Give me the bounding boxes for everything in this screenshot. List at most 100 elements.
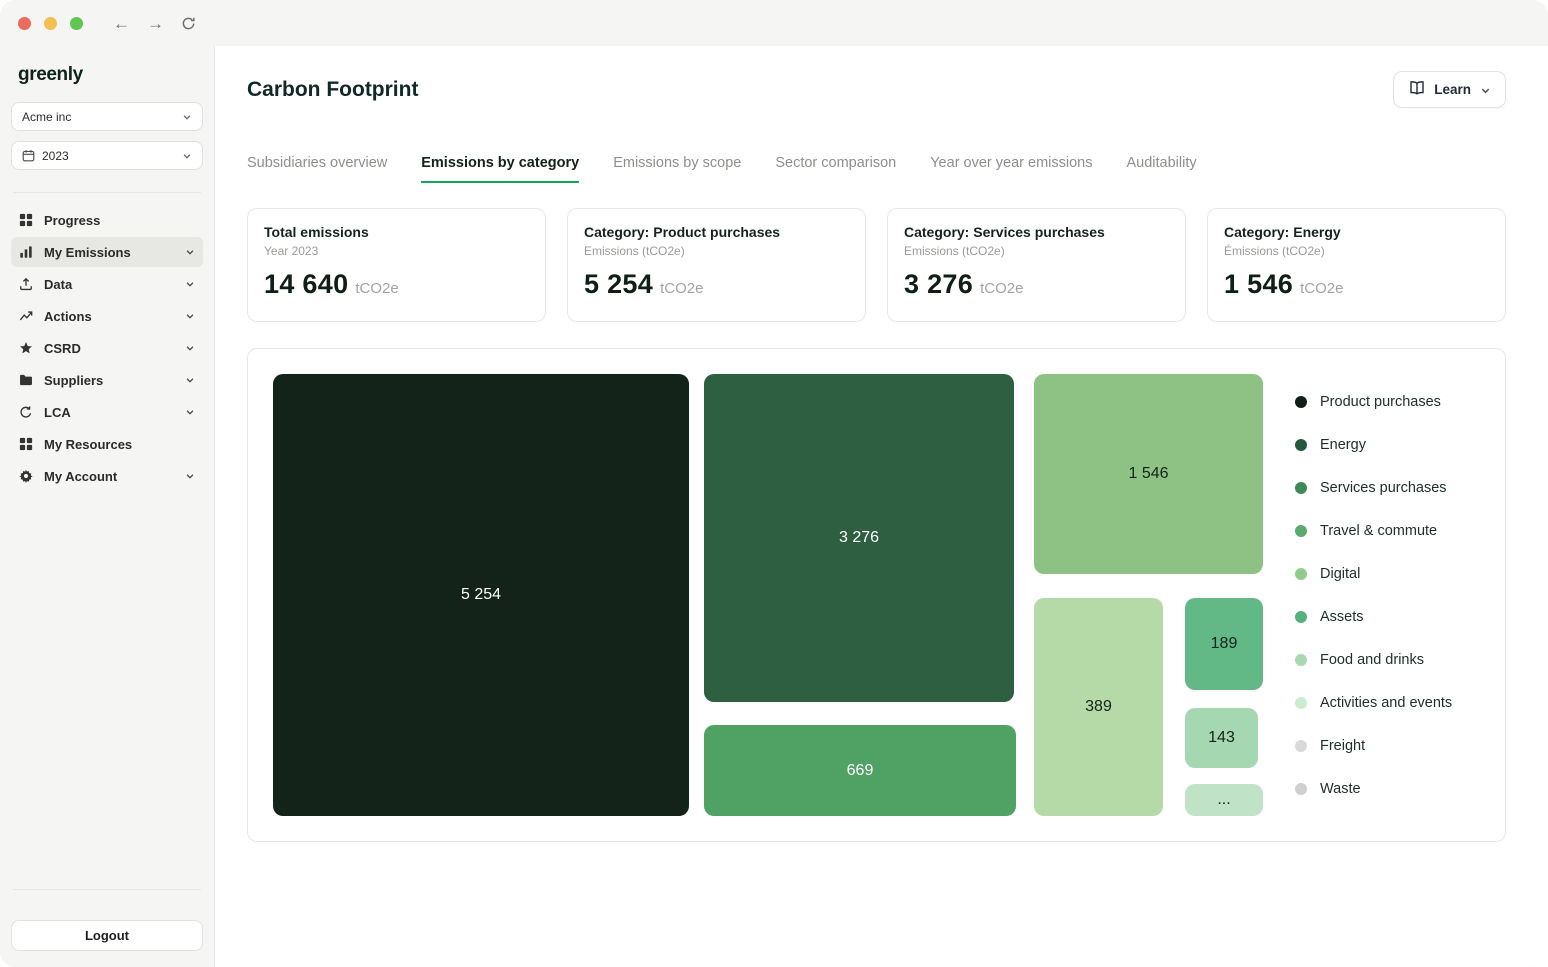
sidebar-item-my-account[interactable]: My Account (11, 461, 203, 491)
legend-item: Waste (1295, 767, 1480, 810)
treemap-block[interactable]: 143 (1185, 708, 1258, 768)
sidebar-item-label: Actions (44, 309, 92, 324)
recycle-icon (19, 405, 34, 419)
learn-button[interactable]: Learn (1393, 71, 1506, 108)
treemap-block[interactable]: 189 (1185, 598, 1263, 690)
learn-button-label: Learn (1434, 82, 1471, 97)
folder-icon (19, 373, 34, 387)
treemap-block[interactable]: ... (1185, 784, 1263, 816)
stat-cards-row: Total emissions Year 2023 14 640 tCO2e C… (247, 208, 1506, 322)
star-icon (19, 341, 34, 355)
treemap-block[interactable]: 669 (704, 725, 1016, 816)
treemap-chart-card: 5 254 3 276 669 1 546 389 189 143 ... Pr… (247, 348, 1506, 842)
chevron-down-icon (1480, 85, 1490, 95)
chevron-down-icon (185, 407, 195, 417)
legend-item: Activities and events (1295, 681, 1480, 724)
legend-label: Freight (1320, 738, 1365, 754)
sidebar-item-actions[interactable]: Actions (11, 301, 203, 331)
legend-label: Product purchases (1320, 394, 1441, 410)
reload-icon[interactable] (181, 16, 196, 31)
legend-label: Travel & commute (1320, 523, 1437, 539)
legend-label: Waste (1320, 781, 1361, 797)
stat-card-total-emissions: Total emissions Year 2023 14 640 tCO2e (247, 208, 546, 322)
stat-card-unit: tCO2e (980, 280, 1023, 297)
window-controls (18, 17, 83, 30)
chevron-down-icon (185, 311, 195, 321)
tab-emissions-by-scope[interactable]: Emissions by scope (613, 155, 741, 183)
sidebar-divider (13, 889, 201, 890)
stat-card-value: 14 640 (264, 269, 348, 300)
legend-item: Food and drinks (1295, 638, 1480, 681)
tab-year-over-year-emissions[interactable]: Year over year emissions (930, 155, 1092, 183)
treemap-block[interactable]: 5 254 (273, 374, 689, 816)
legend-item: Energy (1295, 423, 1480, 466)
legend-item: Freight (1295, 724, 1480, 767)
legend-item: Product purchases (1295, 380, 1480, 423)
stat-card-title: Category: Services purchases (904, 224, 1169, 240)
sidebar-item-label: LCA (44, 405, 71, 420)
sidebar-item-label: My Account (44, 469, 117, 484)
maximize-window-button[interactable] (70, 17, 83, 30)
stat-card-product-purchases: Category: Product purchases Emissions (t… (567, 208, 866, 322)
legend-dot (1295, 396, 1307, 408)
legend-dot (1295, 654, 1307, 666)
treemap: 5 254 3 276 669 1 546 389 189 143 ... (273, 374, 1263, 816)
sidebar-nav: Progress My Emissions Data (11, 205, 203, 491)
close-window-button[interactable] (18, 17, 31, 30)
back-icon[interactable]: ← (113, 15, 130, 32)
treemap-legend: Product purchases Energy Services purcha… (1263, 374, 1480, 816)
treemap-block[interactable]: 389 (1034, 598, 1163, 816)
tab-emissions-by-category[interactable]: Emissions by category (421, 155, 579, 183)
sidebar-divider (13, 192, 201, 193)
stat-card-energy: Category: Energy Émissions (tCO2e) 1 546… (1207, 208, 1506, 322)
tab-sector-comparison[interactable]: Sector comparison (775, 155, 896, 183)
upload-icon (19, 277, 34, 291)
chevron-down-icon (185, 471, 195, 481)
gear-icon (19, 469, 34, 483)
stat-card-unit: tCO2e (1300, 280, 1343, 297)
chevron-down-icon (185, 343, 195, 353)
treemap-block[interactable]: 1 546 (1034, 374, 1263, 574)
year-selector-value: 2023 (42, 149, 175, 163)
legend-dot (1295, 482, 1307, 494)
stat-card-title: Category: Product purchases (584, 224, 849, 240)
sidebar-item-csrd[interactable]: CSRD (11, 333, 203, 363)
tab-auditability[interactable]: Auditability (1126, 155, 1196, 183)
tab-subsidiaries-overview[interactable]: Subsidiaries overview (247, 155, 387, 183)
sidebar-item-lca[interactable]: LCA (11, 397, 203, 427)
legend-dot (1295, 783, 1307, 795)
sidebar-item-label: CSRD (44, 341, 81, 356)
sidebar-item-progress[interactable]: Progress (11, 205, 203, 235)
grid-icon (19, 437, 34, 451)
grid-icon (19, 213, 34, 227)
stat-card-unit: tCO2e (660, 280, 703, 297)
chevron-down-icon (185, 247, 195, 257)
treemap-block[interactable]: 3 276 (704, 374, 1014, 702)
greenly-logo: greenly (11, 58, 203, 102)
stat-card-unit: tCO2e (355, 280, 398, 297)
sidebar-item-label: Progress (44, 213, 100, 228)
legend-dot (1295, 525, 1307, 537)
stat-card-value: 5 254 (584, 269, 653, 300)
minimize-window-button[interactable] (44, 17, 57, 30)
page-title: Carbon Footprint (247, 78, 418, 102)
sidebar-item-my-resources[interactable]: My Resources (11, 429, 203, 459)
sidebar-item-suppliers[interactable]: Suppliers (11, 365, 203, 395)
stat-card-subtitle: Emissions (tCO2e) (904, 244, 1169, 258)
chevron-down-icon (185, 279, 195, 289)
forward-icon[interactable]: → (147, 15, 164, 32)
stat-card-value: 3 276 (904, 269, 973, 300)
main-content: Carbon Footprint Learn Subsidiaries over… (215, 46, 1548, 967)
calendar-icon (22, 149, 35, 162)
chevron-down-icon (185, 375, 195, 385)
company-selector[interactable]: Acme inc (11, 102, 203, 131)
legend-item: Digital (1295, 552, 1480, 595)
book-icon (1409, 80, 1425, 99)
logout-button[interactable]: Logout (11, 920, 203, 951)
legend-label: Assets (1320, 609, 1364, 625)
year-selector[interactable]: 2023 (11, 141, 203, 170)
trend-icon (19, 309, 34, 323)
sidebar-item-my-emissions[interactable]: My Emissions (11, 237, 203, 267)
stat-card-subtitle: Émissions (tCO2e) (1224, 244, 1489, 258)
sidebar-item-data[interactable]: Data (11, 269, 203, 299)
